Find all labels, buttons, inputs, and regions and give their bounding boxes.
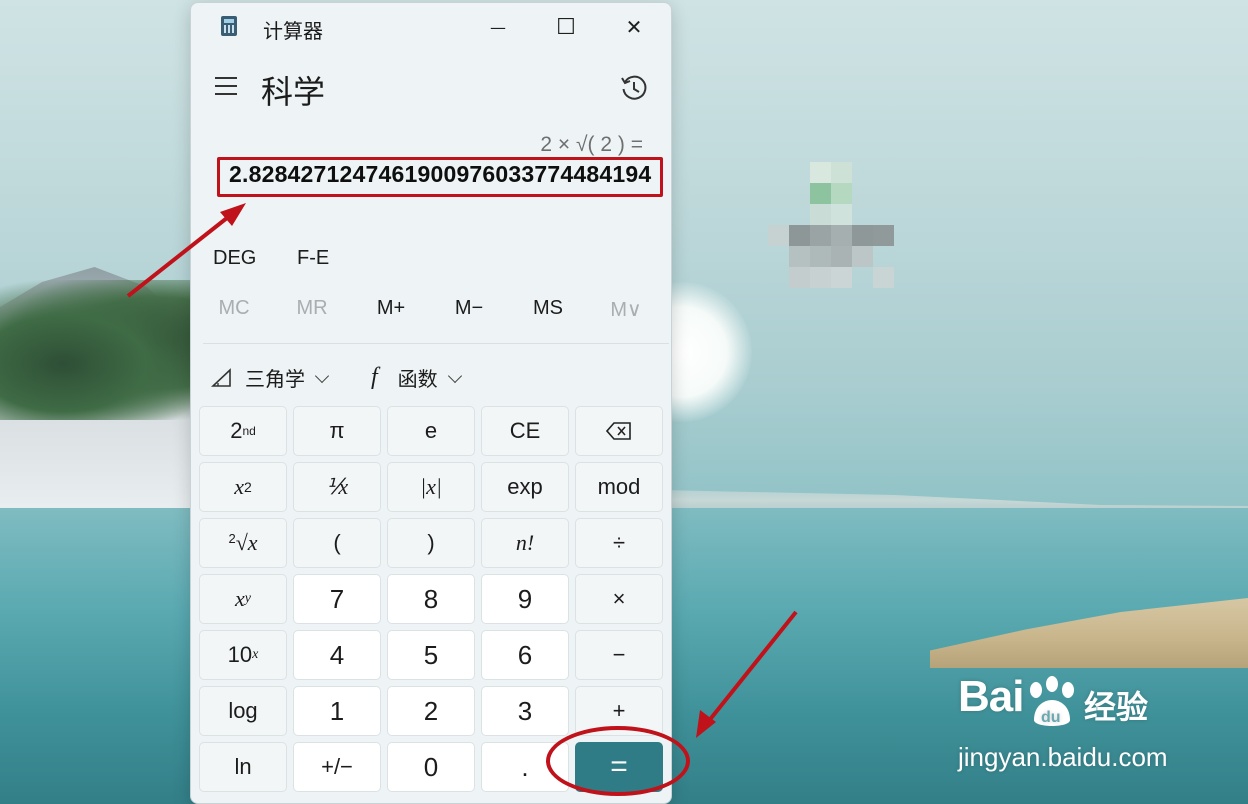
history-icon[interactable] — [619, 73, 649, 103]
title-bar[interactable]: 计算器 — ☐ ✕ — [191, 3, 671, 51]
watermark-url: jingyan.baidu.com — [958, 742, 1168, 772]
digit-9-button[interactable]: 9 — [481, 574, 569, 624]
watermark-logo-text: Bai — [958, 672, 1024, 721]
memory-store-button[interactable]: MS — [516, 297, 580, 320]
memory-clear-button[interactable]: MC — [202, 297, 266, 320]
trigonometry-dropdown[interactable]: 三角学 — [211, 363, 330, 392]
e-button[interactable]: e — [387, 406, 475, 456]
function-f-icon: f — [371, 364, 378, 390]
divider — [203, 343, 669, 344]
mode-title: 科学 — [261, 73, 326, 111]
digit-6-button[interactable]: 6 — [481, 630, 569, 680]
factorial-button[interactable]: n! — [481, 518, 569, 568]
pi-button[interactable]: π — [293, 406, 381, 456]
calculator-window: 计算器 — ☐ ✕ 科学 2 × √( 2 ) = 2.828427124746… — [190, 2, 672, 804]
memory-row: MC MR M+ M− MS M∨ — [191, 297, 671, 329]
triangle-ruler-icon — [211, 367, 231, 387]
annotation-ellipse — [546, 726, 690, 796]
function-dropdown[interactable]: f 函数 — [371, 363, 462, 392]
ten-power-x-button[interactable]: 10 x — [199, 630, 287, 680]
x-power-y-base: x — [235, 586, 245, 611]
multiply-button[interactable]: × — [575, 574, 663, 624]
x-power-y-sup: y — [244, 591, 251, 606]
watermark-du: du — [1041, 709, 1061, 726]
digit-1-button[interactable]: 1 — [293, 686, 381, 736]
x-squared-button[interactable]: x2 — [199, 462, 287, 512]
deg-button[interactable]: DEG — [213, 247, 256, 270]
second-sup: nd — [242, 424, 256, 438]
square-root-label: √x — [235, 530, 258, 555]
digit-3-button[interactable]: 3 — [481, 686, 569, 736]
x-squared-sup: 2 — [243, 479, 252, 495]
second-function-button[interactable]: 2nd — [199, 406, 287, 456]
digit-5-button[interactable]: 5 — [387, 630, 475, 680]
digit-8-button[interactable]: 8 — [387, 574, 475, 624]
close-icon: ✕ — [625, 15, 643, 39]
expression-display: 2 × √( 2 ) = — [540, 133, 643, 156]
memory-recall-button[interactable]: MR — [280, 297, 344, 320]
angle-unit-row: DEG F-E — [191, 247, 671, 277]
trigonometry-label: 三角学 — [245, 367, 305, 391]
reciprocal-label: ⅟x — [325, 474, 349, 499]
x-power-y-button[interactable]: xy — [199, 574, 287, 624]
mod-button[interactable]: mod — [575, 462, 663, 512]
function-label: 函数 — [397, 367, 438, 391]
absolute-value-label: |x| — [420, 474, 442, 499]
digit-7-button[interactable]: 7 — [293, 574, 381, 624]
backspace-button[interactable] — [575, 406, 663, 456]
calculator-app-icon — [221, 16, 237, 36]
ten-power-x-sup: x — [252, 647, 259, 662]
right-paren-button[interactable]: ) — [387, 518, 475, 568]
chevron-down-icon — [447, 368, 462, 383]
divide-button[interactable]: ÷ — [575, 518, 663, 568]
log-button[interactable]: log — [199, 686, 287, 736]
chevron-down-icon — [314, 368, 330, 383]
watermark-cn-text: 经验 — [1084, 688, 1149, 726]
square-root-button[interactable]: 2 √x — [199, 518, 287, 568]
reciprocal-button[interactable]: ⅟x — [293, 462, 381, 512]
desktop-trees — [0, 280, 210, 420]
mosaic-blurred-desktop-icon — [768, 162, 894, 288]
memory-list-button[interactable]: M∨ — [594, 297, 658, 322]
backspace-icon — [606, 422, 631, 440]
negate-button[interactable]: +/− — [293, 742, 381, 792]
maximize-button[interactable]: ☐ — [543, 9, 589, 45]
memory-subtract-button[interactable]: M− — [437, 297, 501, 320]
fe-button[interactable]: F-E — [297, 247, 329, 270]
close-button[interactable]: ✕ — [611, 9, 657, 45]
memory-add-button[interactable]: M+ — [359, 297, 423, 320]
absolute-value-button[interactable]: |x| — [387, 462, 475, 512]
calculator-header: 科学 — [191, 61, 671, 117]
function-row: 三角学 f 函数 — [191, 363, 671, 397]
ten-power-x-base: 10 — [227, 642, 253, 667]
left-paren-button[interactable]: ( — [293, 518, 381, 568]
result-display: 2.8284271247461900976033774484194 — [229, 161, 652, 187]
factorial-label: n! — [515, 530, 535, 555]
digit-4-button[interactable]: 4 — [293, 630, 381, 680]
baidu-jingyan-watermark: Bai du 经验 jingyan.baidu.com — [952, 672, 1232, 782]
minus-button[interactable]: − — [575, 630, 663, 680]
hamburger-icon[interactable] — [215, 77, 237, 95]
second-base: 2 — [230, 418, 243, 443]
maximize-icon: ☐ — [556, 14, 576, 40]
exp-button[interactable]: exp — [481, 462, 569, 512]
digit-0-button[interactable]: 0 — [387, 742, 475, 792]
natural-log-button[interactable]: ln — [199, 742, 287, 792]
paw-icon: du — [1030, 676, 1074, 726]
minimize-button[interactable]: — — [475, 9, 521, 45]
app-title: 计算器 — [263, 19, 323, 43]
x-squared-base: x — [234, 474, 244, 499]
digit-2-button[interactable]: 2 — [387, 686, 475, 736]
minimize-icon: — — [490, 17, 506, 37]
square-root-index: 2 — [228, 530, 236, 546]
clear-entry-button[interactable]: CE — [481, 406, 569, 456]
